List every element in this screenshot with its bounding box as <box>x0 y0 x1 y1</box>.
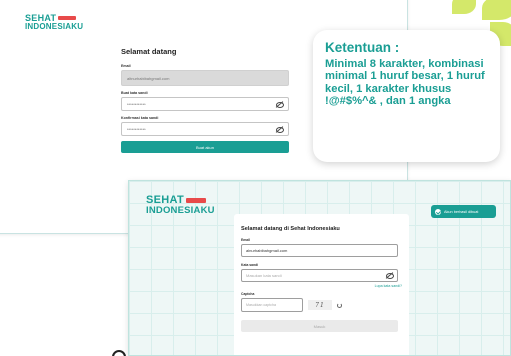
new-password-value: ************ <box>127 101 146 107</box>
password-label: Kata sandi <box>241 263 259 267</box>
note-title: Ketentuan : <box>325 40 400 55</box>
password-field[interactable]: Masukan kata sandi <box>241 269 398 282</box>
captcha-row: Masukkan captcha 71 <box>241 298 402 312</box>
email-value: altnurhabibahgmail.com <box>127 75 170 81</box>
logo-subtext: INDONESIAKU <box>25 22 84 31</box>
eye-off-icon[interactable] <box>276 101 284 108</box>
new-password-field[interactable]: ************ <box>121 97 289 111</box>
captcha-placeholder: Masukkan captcha <box>246 303 276 307</box>
email-label: Email <box>121 64 131 68</box>
email-value: alnurhabibahgmail.com <box>246 248 288 253</box>
captcha-input[interactable]: Masukkan captcha <box>241 298 303 312</box>
password-placeholder: Masukan kata sandi <box>246 273 282 278</box>
confirm-password-label: Konfirmasi kata sandi <box>121 116 159 120</box>
captcha-image: 71 <box>308 300 332 310</box>
eye-off-icon[interactable] <box>386 273 394 279</box>
note-body: Minimal 8 karakter, kombinasi minimal 1 … <box>325 58 485 108</box>
circle-button[interactable] <box>112 350 126 356</box>
create-account-button[interactable]: Buat akun <box>121 141 289 153</box>
login-button[interactable]: Masuk <box>241 320 398 332</box>
form-title: Selamat datang <box>121 47 177 56</box>
check-circle-icon <box>435 208 441 215</box>
toast-text: Akun berhasil dibuat <box>444 209 479 214</box>
sehat-indonesiaku-logo: SEHAT INDONESIAKU <box>25 13 83 31</box>
forgot-password-link[interactable]: Lupa kata sandi? <box>241 284 402 288</box>
leaf-decoration <box>452 0 476 14</box>
logo-subtext: INDONESIAKU <box>146 205 215 216</box>
password-rules-note: Ketentuan : Minimal 8 karakter, kombinas… <box>313 30 500 162</box>
email-field[interactable]: altnurhabibahgmail.com <box>121 70 289 86</box>
confirm-password-value: ************ <box>127 126 146 132</box>
leaf-decoration <box>482 0 511 20</box>
new-password-label: Buat kata sandi <box>121 91 148 95</box>
login-screen: SEHAT INDONESIAKU Akun berhasil dibuat S… <box>128 180 511 356</box>
captcha-label: Captcha <box>241 292 255 296</box>
logo-flag-bar <box>185 197 206 203</box>
email-field[interactable]: alnurhabibahgmail.com <box>241 244 398 257</box>
logo-flag-bar <box>58 16 77 20</box>
form-title: Selamat datang di Sehat Indonesiaku <box>241 226 340 232</box>
success-toast: Akun berhasil dibuat <box>431 205 496 218</box>
email-label: Email <box>241 238 251 242</box>
eye-off-icon[interactable] <box>276 126 284 133</box>
signup-form: Selamat datang Email altnurhabibahgmail.… <box>121 47 289 153</box>
confirm-password-field[interactable]: ************ <box>121 122 289 136</box>
sehat-indonesiaku-logo: SEHAT INDONESIAKU <box>146 194 215 216</box>
login-form: Selamat datang di Sehat Indonesiaku Emai… <box>234 214 409 355</box>
refresh-icon[interactable] <box>337 302 342 308</box>
